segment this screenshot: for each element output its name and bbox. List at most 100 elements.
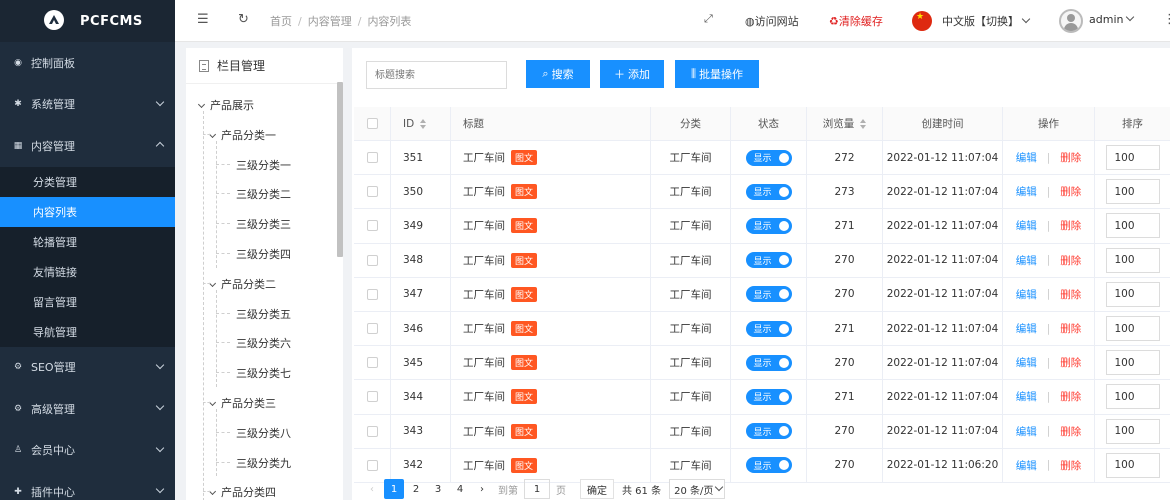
status-toggle[interactable]: 显示 [745,252,792,269]
edit-link[interactable]: 编辑 [1016,389,1037,404]
tree-leaf[interactable]: 三级分类九 [236,455,291,471]
order-input[interactable]: 100 [1105,350,1160,376]
row-title-text[interactable]: 工厂车间 [463,321,505,336]
search-input[interactable] [366,61,507,89]
row-checkbox[interactable] [366,152,378,164]
col-views[interactable]: 浏览量 [807,107,883,140]
fullscreen-icon[interactable]: ⤢ [704,12,713,26]
page-button-1[interactable]: 1 [384,479,404,499]
status-toggle[interactable]: 显示 [745,388,792,405]
visit-site-link[interactable]: ◍访问网站 [745,13,799,29]
sort-icon[interactable] [860,118,867,129]
order-input[interactable]: 100 [1105,145,1160,171]
sidebar-item-6[interactable]: ✚ 插件中心 [0,471,175,500]
submenu-item-5[interactable]: 导航管理 [0,317,175,347]
add-button[interactable]: ＋添加 [600,60,664,88]
order-input[interactable]: 100 [1105,316,1160,342]
sidebar-item-5[interactable]: ♙ 会员中心 [0,429,175,471]
status-toggle[interactable]: 显示 [745,320,792,337]
tree-group-0[interactable]: 产品分类一 [208,127,276,143]
status-toggle[interactable]: 显示 [745,217,792,234]
edit-link[interactable]: 编辑 [1016,355,1037,370]
sort-icon[interactable] [420,118,427,129]
row-checkbox[interactable] [366,459,378,471]
search-button[interactable]: ⌕ 搜索 [526,60,590,88]
goto-page-input[interactable]: 1 [524,479,550,499]
edit-link[interactable]: 编辑 [1016,184,1037,199]
tree-leaf[interactable]: 三级分类一 [236,157,291,173]
delete-link[interactable]: 删除 [1060,321,1081,336]
page-size-select[interactable]: 20 条/页 [669,479,726,499]
tree-leaf[interactable]: 三级分类四 [236,246,291,262]
page-button-2[interactable]: 2 [406,479,426,499]
row-title-text[interactable]: 工厂车间 [463,458,505,473]
status-toggle[interactable]: 显示 [745,286,792,303]
status-toggle[interactable]: 显示 [745,183,792,200]
row-checkbox[interactable] [366,391,378,403]
delete-link[interactable]: 删除 [1060,218,1081,233]
tree-leaf[interactable]: 三级分类八 [236,425,291,441]
language-switch[interactable]: 中文版【切换】 [942,13,1031,29]
row-title-text[interactable]: 工厂车间 [463,184,505,199]
page-button-4[interactable]: 4 [450,479,470,499]
delete-link[interactable]: 删除 [1060,424,1081,439]
tree-leaf[interactable]: 三级分类七 [236,365,291,381]
order-input[interactable]: 100 [1105,213,1160,239]
next-page-icon[interactable]: › [472,479,492,499]
sidebar-item-4[interactable]: ⚙ 高级管理 [0,388,175,430]
tree-leaf[interactable]: 三级分类三 [236,216,291,232]
delete-link[interactable]: 删除 [1060,253,1081,268]
breadcrumb-content[interactable]: 内容管理 [308,15,352,28]
order-input[interactable]: 100 [1105,418,1160,444]
edit-link[interactable]: 编辑 [1016,321,1037,336]
delete-link[interactable]: 删除 [1060,287,1081,302]
order-input[interactable]: 100 [1105,247,1160,273]
row-checkbox[interactable] [366,288,378,300]
edit-link[interactable]: 编辑 [1016,287,1037,302]
refresh-icon[interactable]: ↻ [238,12,249,27]
tree-leaf[interactable]: 三级分类六 [236,335,291,351]
submenu-item-1[interactable]: 内容列表 [0,196,175,227]
row-title-text[interactable]: 工厂车间 [463,253,505,268]
tree-group-3[interactable]: 产品分类四 [208,484,276,500]
submenu-item-0[interactable]: 分类管理 [0,167,175,197]
tree-group-1[interactable]: 产品分类二 [208,276,276,292]
batch-operation-button[interactable]: ⫼ 批量操作 [675,60,759,88]
status-toggle[interactable]: 显示 [745,354,792,371]
status-toggle[interactable]: 显示 [745,423,792,440]
order-input[interactable]: 100 [1105,281,1160,307]
row-title-text[interactable]: 工厂车间 [463,218,505,233]
breadcrumb-home[interactable]: 首页 [270,15,292,28]
edit-link[interactable]: 编辑 [1016,150,1037,165]
order-input[interactable]: 100 [1105,179,1160,205]
avatar[interactable] [1059,9,1083,33]
tree-group-2[interactable]: 产品分类三 [208,395,276,411]
select-all-checkbox[interactable] [366,118,378,129]
submenu-item-2[interactable]: 轮播管理 [0,227,175,257]
logo[interactable]: PCFCMS [0,0,175,42]
edit-link[interactable]: 编辑 [1016,218,1037,233]
clear-cache-link[interactable]: ♻清除缓存 [829,13,883,29]
delete-link[interactable]: 删除 [1060,355,1081,370]
row-title-text[interactable]: 工厂车间 [463,150,505,165]
collapse-menu-icon[interactable]: ☰ [197,12,209,27]
sidebar-item-3[interactable]: ⚙ SEO管理 [0,346,175,388]
col-id[interactable]: ID [391,107,451,140]
status-toggle[interactable]: 显示 [745,457,792,474]
goto-confirm-button[interactable]: 确定 [580,479,614,499]
edit-link[interactable]: 编辑 [1016,458,1037,473]
delete-link[interactable]: 删除 [1060,389,1081,404]
user-menu[interactable]: admin [1089,12,1135,26]
status-toggle[interactable]: 显示 [745,149,792,166]
row-checkbox[interactable] [366,186,378,198]
row-checkbox[interactable] [366,254,378,266]
delete-link[interactable]: 删除 [1060,458,1081,473]
row-title-text[interactable]: 工厂车间 [463,424,505,439]
delete-link[interactable]: 删除 [1060,150,1081,165]
sidebar-item-2[interactable]: ▦ 内容管理 [0,125,175,167]
row-checkbox[interactable] [366,357,378,369]
sidebar-item-0[interactable]: ◉ 控制面板 [0,42,175,84]
submenu-item-4[interactable]: 留言管理 [0,287,175,317]
tree-node-root[interactable]: 产品展示 [197,97,254,113]
row-title-text[interactable]: 工厂车间 [463,287,505,302]
